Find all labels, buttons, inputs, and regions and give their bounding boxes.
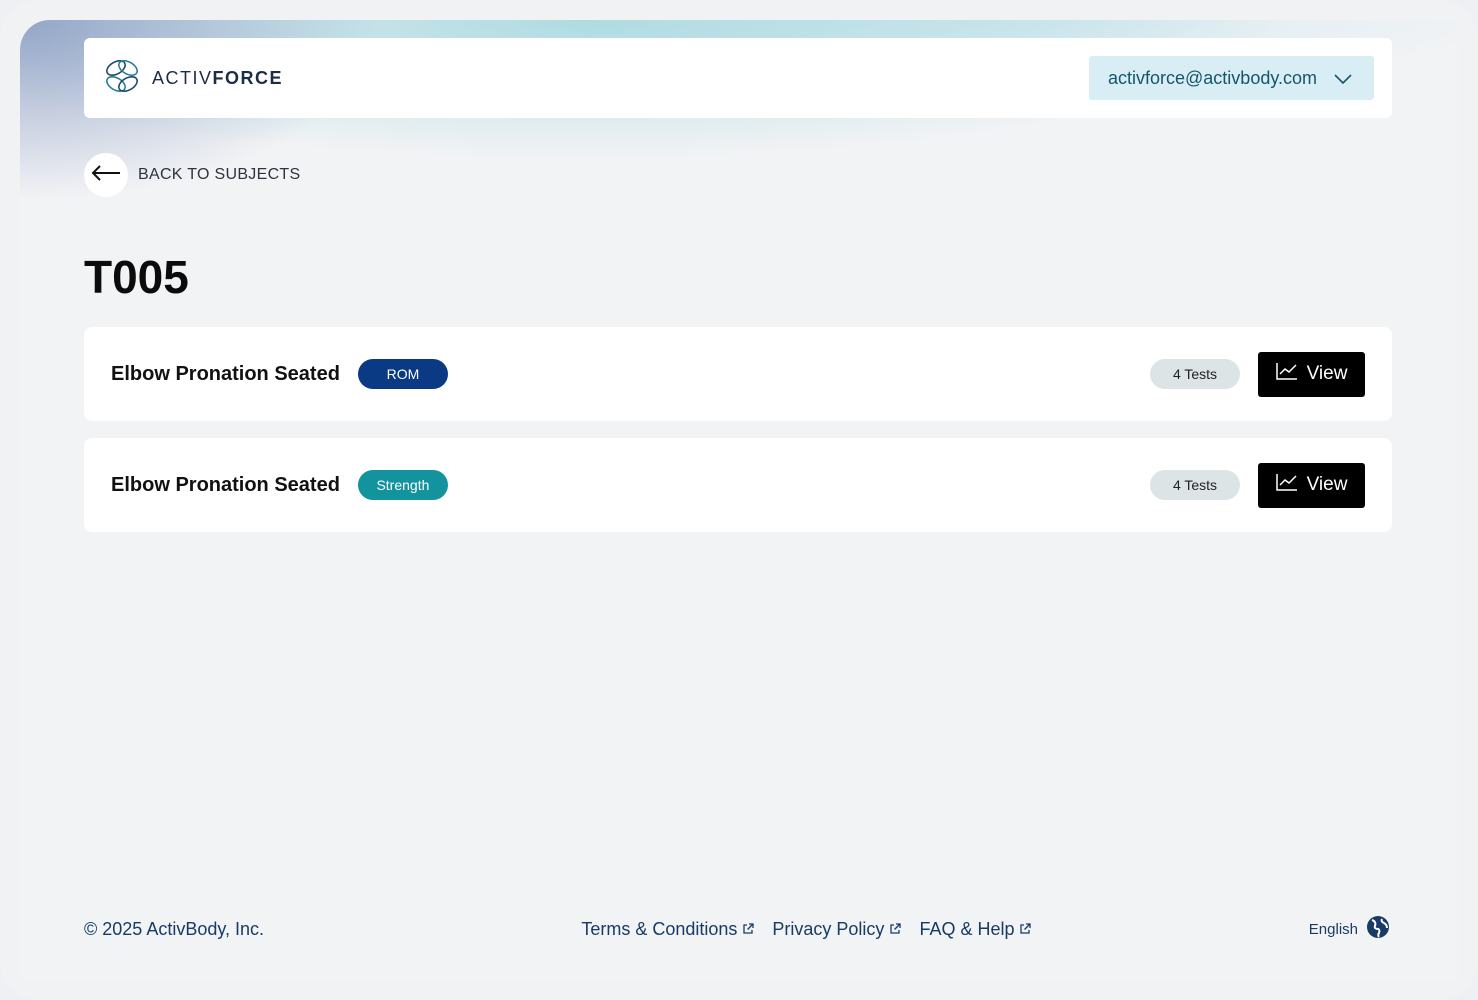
exercise-card: Elbow Pronation Seated Strength 4 Tests … <box>84 438 1392 532</box>
account-email: activforce@activbody.com <box>1108 67 1318 88</box>
external-link-icon <box>742 919 755 940</box>
brand-wordmark: ACTIVFORCE <box>152 68 283 89</box>
tests-count-badge: 4 Tests <box>1150 470 1240 500</box>
brand-logo[interactable]: ACTIVFORCE <box>102 56 283 101</box>
back-button[interactable] <box>84 153 128 197</box>
exercise-name: Elbow Pronation Seated <box>111 362 340 385</box>
device-frame: ACTIVFORCE activforce@activbody.com BACK… <box>0 0 1478 1000</box>
exercise-type-tag: Strength <box>357 470 448 500</box>
faq-link[interactable]: FAQ & Help <box>919 918 1032 940</box>
language-label: English <box>1308 920 1358 938</box>
globe-icon <box>1366 915 1390 943</box>
line-chart-icon <box>1275 473 1298 497</box>
exercise-name: Elbow Pronation Seated <box>111 473 340 496</box>
exercise-card: Elbow Pronation Seated ROM 4 Tests View <box>84 327 1392 421</box>
footer: © 2025 ActivBody, Inc. Terms & Condition… <box>84 913 1390 945</box>
copyright: © 2025 ActivBody, Inc. <box>84 918 265 939</box>
brand-wordmark-light: ACTIV <box>152 67 213 88</box>
view-button[interactable]: View <box>1258 462 1365 508</box>
language-selector[interactable]: English <box>1309 915 1390 943</box>
privacy-label: Privacy Policy <box>772 918 885 939</box>
page-title: T005 <box>84 251 189 303</box>
chevron-down-icon <box>1334 68 1352 89</box>
line-chart-icon <box>1275 362 1298 386</box>
top-header: ACTIVFORCE activforce@activbody.com <box>84 38 1392 118</box>
external-link-icon <box>1019 919 1032 940</box>
terms-label: Terms & Conditions <box>581 918 738 939</box>
view-button[interactable]: View <box>1258 351 1365 397</box>
app-screen: ACTIVFORCE activforce@activbody.com BACK… <box>20 20 1458 980</box>
external-link-icon <box>889 919 902 940</box>
faq-label: FAQ & Help <box>919 918 1015 939</box>
tests-count-badge: 4 Tests <box>1150 359 1240 389</box>
account-dropdown[interactable]: activforce@activbody.com <box>1089 56 1374 100</box>
back-label: BACK TO SUBJECTS <box>138 166 301 183</box>
back-to-subjects-link[interactable]: BACK TO SUBJECTS <box>84 153 300 197</box>
privacy-link[interactable]: Privacy Policy <box>772 918 902 940</box>
arrow-left-icon <box>91 164 121 186</box>
brand-wordmark-bold: FORCE <box>212 67 284 88</box>
view-button-label: View <box>1306 474 1348 495</box>
footer-links: Terms & Conditions Privacy Policy FAQ & … <box>581 918 1032 940</box>
view-button-label: View <box>1306 363 1348 384</box>
terms-link[interactable]: Terms & Conditions <box>581 918 755 940</box>
activforce-logo-icon <box>102 56 142 101</box>
exercise-type-tag: ROM <box>357 359 448 389</box>
